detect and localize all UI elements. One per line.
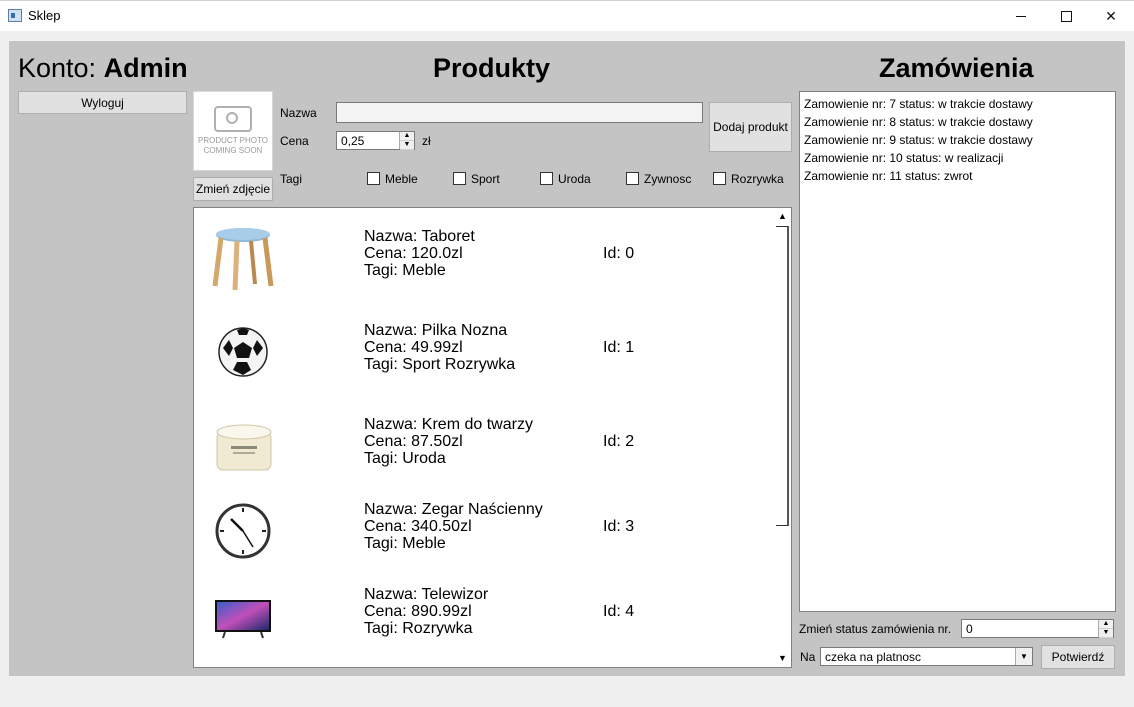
camera-icon bbox=[214, 106, 252, 132]
product-item[interactable]: Nazwa: Pilka Nozna Cena: 49.99zl Tagi: S… bbox=[194, 308, 774, 394]
scroll-up-icon[interactable]: ▲ bbox=[774, 208, 791, 225]
product-price: Cena: 340.50zl bbox=[364, 518, 472, 535]
television-image bbox=[215, 600, 271, 639]
price-spinbox[interactable]: 0,25 ▲ ▼ bbox=[336, 131, 415, 150]
maximize-icon bbox=[1060, 10, 1072, 22]
photo-placeholder-line-2: COMING SOON bbox=[203, 146, 263, 155]
order-number-value: 0 bbox=[966, 621, 973, 636]
product-name: Nazwa: Zegar Naścienny bbox=[364, 501, 543, 518]
price-value: 0,25 bbox=[341, 133, 365, 148]
product-list[interactable]: Nazwa: Taboret Cena: 120.0zl Tagi: Meble… bbox=[193, 207, 792, 668]
name-input[interactable] bbox=[336, 102, 703, 123]
product-tags: Tagi: Uroda bbox=[364, 450, 446, 467]
maximize-button[interactable] bbox=[1043, 1, 1089, 31]
product-tags: Tagi: Sport Rozrywka bbox=[364, 356, 516, 373]
status-selected-value: czeka na platnosc bbox=[825, 649, 922, 664]
tag-checkbox-rozrywka[interactable] bbox=[713, 172, 726, 185]
product-id: Id: 2 bbox=[603, 433, 635, 450]
close-button[interactable]: ✕ bbox=[1088, 1, 1134, 31]
spin-down-icon[interactable]: ▼ bbox=[1099, 629, 1113, 638]
product-list-scrollbar[interactable]: ▲ ▼ bbox=[774, 208, 791, 667]
account-name: Admin bbox=[103, 53, 188, 83]
spin-up-icon[interactable]: ▲ bbox=[400, 132, 414, 141]
scrollbar-thumb[interactable] bbox=[776, 226, 789, 526]
stool-image bbox=[212, 228, 274, 291]
product-price: Cena: 890.99zl bbox=[364, 603, 472, 620]
price-spin-buttons[interactable]: ▲ ▼ bbox=[399, 132, 414, 150]
face-cream-image bbox=[216, 424, 272, 471]
order-item[interactable]: Zamowienie nr: 11 status: zwrot bbox=[804, 167, 1111, 185]
status-to-label: Na bbox=[800, 650, 816, 664]
status-select[interactable]: czeka na platnosc ▼ bbox=[820, 647, 1033, 666]
product-item[interactable]: Nazwa: Telewizor Cena: 890.99zl Tagi: Ro… bbox=[194, 572, 774, 658]
close-icon: ✕ bbox=[1105, 7, 1117, 24]
tag-checkbox-zywnosc[interactable] bbox=[626, 172, 639, 185]
product-name: Nazwa: Krem do twarzy bbox=[364, 416, 533, 433]
app-icon bbox=[8, 9, 22, 22]
spin-down-icon[interactable]: ▼ bbox=[400, 141, 414, 150]
chevron-down-icon[interactable]: ▼ bbox=[1015, 648, 1032, 665]
product-name: Nazwa: Pilka Nozna bbox=[364, 322, 508, 339]
product-info: Nazwa: Zegar Naścienny Cena: 340.50zl Ta… bbox=[364, 501, 543, 552]
product-info: Nazwa: Krem do twarzy Cena: 87.50zl Tagi… bbox=[364, 416, 533, 467]
order-number-spinbox[interactable]: 0 ▲ ▼ bbox=[961, 619, 1114, 638]
product-price: Cena: 120.0zl bbox=[364, 245, 463, 262]
product-name: Nazwa: Telewizor bbox=[364, 586, 489, 603]
orders-list[interactable]: Zamowienie nr: 7 status: w trakcie dosta… bbox=[799, 91, 1116, 612]
account-prefix: Konto: bbox=[18, 53, 97, 83]
order-item[interactable]: Zamowienie nr: 9 status: w trakcie dosta… bbox=[804, 131, 1111, 149]
orders-heading: Zamówienia bbox=[879, 53, 1034, 83]
order-number-spin-buttons[interactable]: ▲ ▼ bbox=[1098, 620, 1113, 638]
order-item[interactable]: Zamowienie nr: 8 status: w trakcie dosta… bbox=[804, 113, 1111, 131]
scroll-down-icon[interactable]: ▼ bbox=[774, 650, 791, 667]
product-id: Id: 4 bbox=[603, 603, 635, 620]
product-item[interactable]: Nazwa: Krem do twarzy Cena: 87.50zl Tagi… bbox=[194, 402, 774, 488]
window-title: Sklep bbox=[28, 8, 61, 23]
product-id: Id: 0 bbox=[603, 245, 635, 262]
product-tags: Tagi: Rozrywka bbox=[364, 620, 473, 637]
product-item[interactable]: Nazwa: Zegar Naścienny Cena: 340.50zl Ta… bbox=[194, 487, 774, 573]
change-photo-button[interactable]: Zmień zdjęcie bbox=[193, 177, 273, 201]
currency-label: zł bbox=[422, 134, 431, 148]
minimize-icon bbox=[1016, 15, 1026, 17]
tag-label-sport: Sport bbox=[471, 172, 500, 186]
product-price: Cena: 49.99zl bbox=[364, 339, 463, 356]
order-item[interactable]: Zamowienie nr: 10 status: w realizacji bbox=[804, 149, 1111, 167]
tag-checkbox-meble[interactable] bbox=[367, 172, 380, 185]
confirm-status-button[interactable]: Potwierdź bbox=[1041, 645, 1115, 669]
tag-checkbox-uroda[interactable] bbox=[540, 172, 553, 185]
price-label: Cena bbox=[280, 134, 309, 148]
product-info: Nazwa: Taboret Cena: 120.0zl Tagi: Meble bbox=[364, 228, 475, 279]
wall-clock-image bbox=[215, 503, 271, 559]
title-bar: Sklep ✕ bbox=[0, 0, 1134, 31]
change-status-label: Zmień status zamówienia nr. bbox=[799, 622, 952, 636]
product-item[interactable]: Nazwa: Taboret Cena: 120.0zl Tagi: Meble… bbox=[194, 214, 774, 300]
tag-label-uroda: Uroda bbox=[558, 172, 591, 186]
tag-label-rozrywka: Rozrywka bbox=[731, 172, 784, 186]
tags-label: Tagi bbox=[280, 172, 303, 186]
name-label: Nazwa bbox=[280, 106, 317, 120]
product-id: Id: 1 bbox=[603, 339, 635, 356]
spin-up-icon[interactable]: ▲ bbox=[1099, 620, 1113, 629]
minimize-button[interactable] bbox=[998, 1, 1044, 31]
product-tags: Tagi: Meble bbox=[364, 262, 446, 279]
add-product-button[interactable]: Dodaj produkt bbox=[709, 102, 792, 152]
tag-label-meble: Meble bbox=[385, 172, 418, 186]
photo-placeholder-line-1: PRODUCT PHOTO bbox=[198, 136, 268, 145]
soccer-ball-image bbox=[218, 327, 268, 377]
account-label: Konto: Admin bbox=[18, 53, 188, 84]
product-info: Nazwa: Pilka Nozna Cena: 49.99zl Tagi: S… bbox=[364, 322, 515, 373]
tag-checkbox-sport[interactable] bbox=[453, 172, 466, 185]
products-heading: Produkty bbox=[433, 53, 551, 83]
product-id: Id: 3 bbox=[603, 518, 635, 535]
order-item[interactable]: Zamowienie nr: 7 status: w trakcie dosta… bbox=[804, 95, 1111, 113]
tag-label-zywnosc: Zywnosc bbox=[644, 172, 692, 186]
product-photo[interactable]: PRODUCT PHOTO COMING SOON bbox=[193, 91, 273, 171]
product-info: Nazwa: Telewizor Cena: 890.99zl Tagi: Ro… bbox=[364, 586, 488, 637]
product-name: Nazwa: Taboret bbox=[364, 228, 475, 245]
product-tags: Tagi: Meble bbox=[364, 535, 446, 552]
product-price: Cena: 87.50zl bbox=[364, 433, 463, 450]
logout-button[interactable]: Wyloguj bbox=[18, 91, 187, 114]
